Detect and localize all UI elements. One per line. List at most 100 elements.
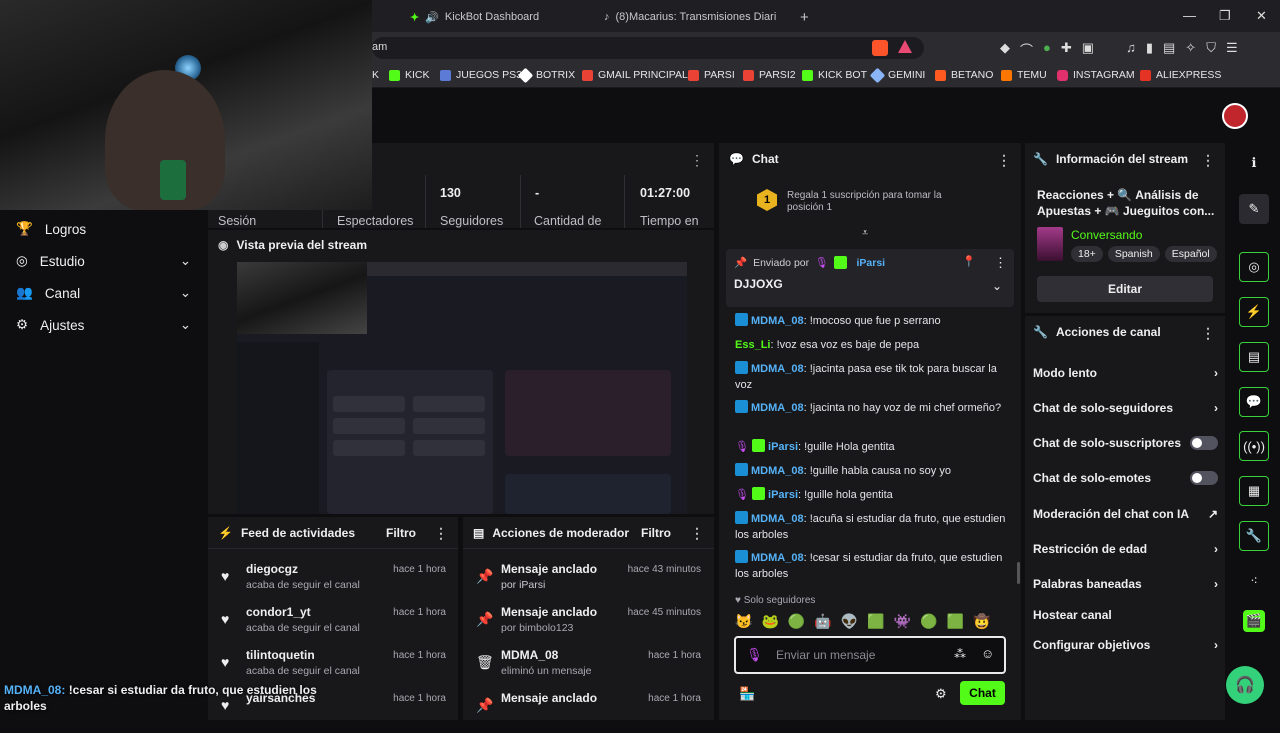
edit-stream-button[interactable]: Editar: [1037, 276, 1213, 302]
list-item[interactable]: 📌 Mensaje anclado hace 1 hora: [463, 691, 713, 733]
more-options-icon[interactable]: ⋮: [1201, 325, 1215, 342]
translate-icon[interactable]: ⁂: [954, 647, 966, 661]
extension-diamond-icon[interactable]: ◆: [1000, 40, 1010, 59]
emote-smile-icon[interactable]: 🟩: [867, 613, 884, 633]
media-icon[interactable]: ♫: [1126, 40, 1136, 59]
url-input[interactable]: am: [372, 37, 924, 59]
audio-icon[interactable]: 🔊: [425, 11, 439, 24]
user-avatar[interactable]: [1222, 103, 1248, 129]
support-headset-icon[interactable]: 🎧: [1226, 666, 1264, 704]
age-restriction-row[interactable]: Restricción de edad ›: [1033, 542, 1218, 556]
maximize-icon[interactable]: ❐: [1219, 8, 1231, 24]
emote-frog-icon[interactable]: 🐸: [761, 613, 778, 633]
share-icon[interactable]: ⁖: [1239, 566, 1269, 596]
broadcast-icon[interactable]: ((•)): [1239, 431, 1269, 461]
collapse-icon[interactable]: ⩡: [862, 227, 868, 240]
extension-chrome-icon[interactable]: ●: [1043, 40, 1051, 59]
chat-user[interactable]: iParsi: [768, 441, 798, 453]
more-options-icon[interactable]: ⋮: [994, 255, 1007, 271]
camera-icon[interactable]: ◎: [1239, 252, 1269, 282]
chat-user[interactable]: MDMA_08: [751, 402, 804, 414]
chat-user[interactable]: iParsi: [768, 489, 798, 501]
chat-message[interactable]: MDMA_08: !jacinta no hay voz de mi chef …: [735, 400, 1010, 416]
more-options-icon[interactable]: ⋮: [997, 152, 1011, 169]
leo-ai-icon[interactable]: ✧: [1185, 40, 1196, 59]
send-chat-button[interactable]: Chat: [960, 681, 1005, 705]
extension-box-icon[interactable]: ▣: [1082, 40, 1094, 59]
emotes-only-toggle[interactable]: [1190, 471, 1218, 485]
tag-chip[interactable]: Español: [1164, 246, 1217, 262]
lightning-icon[interactable]: ⚡: [1239, 297, 1269, 327]
brave-rewards-icon[interactable]: [898, 40, 912, 53]
bookmark-gemini[interactable]: GEMINI: [869, 67, 925, 83]
feed-filter-button[interactable]: Filtro: [386, 526, 416, 540]
chat-message-input[interactable]: 🎙 Enviar un mensaje ⁂ ☺: [734, 636, 1006, 674]
chat-scrollbar[interactable]: [1017, 562, 1020, 584]
nav-item-ajustes[interactable]: ⚙ Ajustes ⌄: [16, 317, 191, 333]
subscribers-only-row[interactable]: Chat de solo-suscriptores: [1033, 436, 1218, 450]
chat-message[interactable]: Ess_Li: !voz esa voz es baje de pepa: [735, 337, 1010, 353]
notes-icon[interactable]: ▤: [1239, 342, 1269, 372]
chat-icon[interactable]: 💬: [1239, 387, 1269, 417]
more-options-icon[interactable]: ⋮: [690, 525, 704, 542]
stream-preview-video[interactable]: [237, 262, 687, 514]
chat-user[interactable]: MDMA_08: [751, 315, 804, 327]
emote-dance-icon[interactable]: 👾: [894, 613, 911, 633]
chevron-down-icon[interactable]: ⌄: [992, 279, 1002, 293]
browser-menu-icon[interactable]: ☰: [1226, 40, 1238, 59]
tag-chip[interactable]: 18+: [1071, 246, 1103, 262]
wallet-icon[interactable]: ▤: [1163, 40, 1175, 59]
chat-message[interactable]: MDMA_08: !mocoso que fue p serrano: [735, 313, 1010, 329]
more-options-icon[interactable]: ⋮: [690, 152, 704, 169]
store-icon[interactable]: 🏪: [739, 686, 755, 702]
bookmark-betano[interactable]: BETANO: [935, 69, 993, 81]
chat-message[interactable]: MDMA_08: !guille habla causa no soy yo: [735, 463, 1010, 479]
bookmark-kick[interactable]: KICK: [389, 69, 430, 81]
unpin-icon[interactable]: 📍: [962, 255, 976, 268]
slow-mode-row[interactable]: Modo lento ›: [1033, 366, 1218, 380]
extensions-puzzle-icon[interactable]: ✚: [1061, 40, 1072, 59]
nav-item-estudio[interactable]: ◎ Estudio ⌄: [16, 253, 191, 269]
chat-user[interactable]: MDMA_08: [751, 363, 804, 375]
category-name[interactable]: Conversando: [1071, 228, 1142, 242]
minimize-icon[interactable]: —: [1183, 8, 1196, 23]
list-item[interactable]: 📌 Mensaje anclado por iParsi hace 43 minuto…: [463, 562, 713, 604]
bookmark-gmail[interactable]: GMAIL PRINCIPAL: [582, 69, 688, 81]
extension-arc-icon[interactable]: ⌒: [1020, 40, 1033, 59]
nav-item-logros[interactable]: 🏆 Logros: [16, 221, 191, 237]
emoji-icon[interactable]: ☺: [981, 646, 994, 661]
emote-skull-icon[interactable]: 👽: [841, 613, 858, 633]
emote-green-icon[interactable]: 🟢: [788, 613, 805, 633]
close-window-icon[interactable]: ✕: [1256, 8, 1267, 24]
bookmark-parsi2[interactable]: PARSI2: [743, 69, 796, 81]
bookmark-kick-bot[interactable]: KICK BOT: [802, 69, 867, 81]
edit-pencil-icon[interactable]: ✎: [1239, 194, 1269, 224]
chat-message[interactable]: 🎙 iParsi: !guille hola gentita: [735, 487, 1010, 503]
emote-cat-icon[interactable]: 😼: [735, 613, 752, 633]
emote-face-icon[interactable]: 🤖: [814, 613, 831, 633]
tag-chip[interactable]: Spanish: [1107, 246, 1160, 262]
bookmark-aliexpress[interactable]: ALIEXPRESS: [1140, 69, 1221, 81]
chat-message[interactable]: MDMA_08: !jacinta pasa ese tik tok para …: [735, 361, 1010, 393]
followers-only-row[interactable]: Chat de solo-seguidores ›: [1033, 401, 1218, 415]
emote-wink-icon[interactable]: 🟩: [947, 613, 964, 633]
bookmark-botrix[interactable]: BOTRIX: [517, 67, 575, 83]
vpn-icon[interactable]: ⛉: [1206, 40, 1216, 59]
chat-settings-icon[interactable]: ⚙: [935, 686, 947, 702]
chat-user[interactable]: MDMA_08: [751, 552, 804, 564]
subscribers-only-toggle[interactable]: [1190, 436, 1218, 450]
bookmark-parsi[interactable]: PARSI: [688, 69, 735, 81]
chat-message[interactable]: MDMA_08: !acuña si estudiar da fruto, qu…: [735, 511, 1010, 543]
goals-row[interactable]: Configurar objetivos ›: [1033, 638, 1218, 652]
list-item[interactable]: 🗑 MDMA_08 eliminó un mensaje hace 1 hora: [463, 648, 713, 690]
emote-lol-icon[interactable]: 🤠: [973, 613, 990, 633]
more-options-icon[interactable]: ⋮: [1201, 152, 1215, 169]
gift-subscription-text[interactable]: Regala 1 suscripción para tomar la posic…: [787, 190, 967, 214]
chat-user[interactable]: Ess_Li: [735, 339, 770, 351]
chat-message[interactable]: MDMA_08: !cesar si estudiar da fruto, qu…: [735, 550, 1010, 582]
emotes-only-row[interactable]: Chat de solo-emotes: [1033, 471, 1218, 485]
bookmark-temu[interactable]: TEMU: [1001, 69, 1047, 81]
info-icon[interactable]: ℹ: [1239, 148, 1269, 178]
layout-icon[interactable]: ▦: [1239, 476, 1269, 506]
brave-shield-icon[interactable]: [872, 40, 888, 56]
